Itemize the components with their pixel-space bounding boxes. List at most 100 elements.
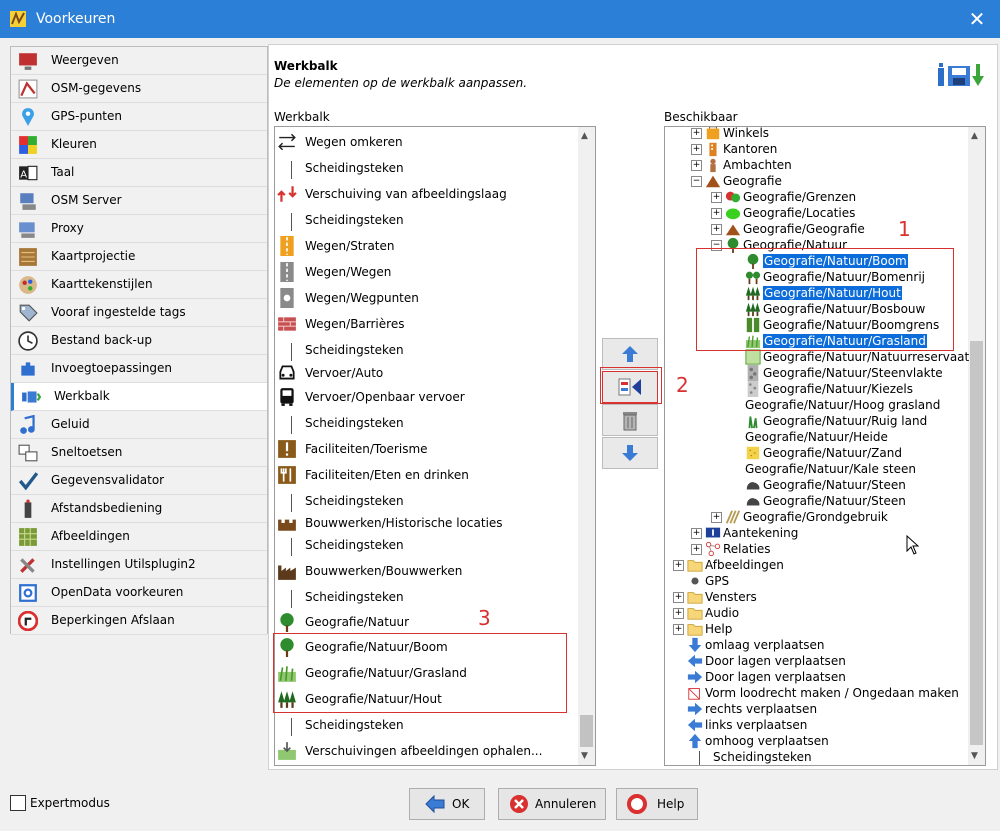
expand-icon[interactable]: + — [691, 128, 702, 139]
toolbar-list-item[interactable]: Scheidingsteken — [275, 713, 575, 737]
sidebar-item[interactable]: GPS-punten — [11, 103, 267, 131]
tree-node[interactable]: links verplaatsen — [665, 717, 965, 733]
sidebar-item[interactable]: Sneltoetsen — [11, 439, 267, 467]
scroll-down-arrow-icon[interactable]: ▼ — [581, 751, 588, 761]
toolbar-settings-icon[interactable] — [936, 60, 988, 90]
tree-scroll-down-icon[interactable]: ▼ — [971, 751, 978, 761]
toolbar-list-item[interactable]: Wegen/Barrières — [275, 312, 575, 336]
sidebar-item[interactable]: Weergeven — [11, 47, 267, 75]
tree-node[interactable]: Vorm loodrecht maken / Ongedaan maken — [665, 685, 965, 701]
sidebar-item[interactable]: Proxy — [11, 215, 267, 243]
tree-node[interactable]: + Geografie/Grenzen — [665, 189, 965, 205]
tree-node[interactable]: + Relaties — [665, 541, 965, 557]
sidebar-item[interactable]: Bestand back-up — [11, 327, 267, 355]
sidebar-item[interactable]: Beperkingen Afslaan — [11, 607, 267, 635]
tree-node[interactable]: Geografie/Natuur/Steenvlakte — [665, 365, 965, 381]
tree-node[interactable]: Geografie/Natuur/Steen — [665, 493, 965, 509]
tree-node[interactable]: + Ambachten — [665, 157, 965, 173]
tree-node[interactable]: Geografie/Natuur/Zand — [665, 445, 965, 461]
tree-node[interactable]: omlaag verplaatsen — [665, 637, 965, 653]
tree-node[interactable]: Scheidingsteken — [665, 749, 965, 765]
sidebar-item[interactable]: OSM-gegevens — [11, 75, 267, 103]
sidebar-item[interactable]: Afbeeldingen — [11, 523, 267, 551]
ok-button[interactable]: OK — [409, 788, 485, 820]
tree-node[interactable]: + Geografie/Locaties — [665, 205, 965, 221]
tree-node[interactable]: rechts verplaatsen — [665, 701, 965, 717]
sidebar-item[interactable]: Afstandsbediening — [11, 495, 267, 523]
expand-icon[interactable]: + — [691, 544, 702, 555]
toolbar-list-item[interactable]: Geografie/Natuur — [275, 610, 575, 634]
toolbar-list-item[interactable]: Scheidingsteken — [275, 411, 575, 435]
tree-node[interactable]: Geografie/Natuur/Heide — [665, 429, 965, 445]
tree-node[interactable]: Door lagen verplaatsen — [665, 669, 965, 685]
toolbar-list-item[interactable]: Scheidingsteken — [275, 585, 575, 609]
expand-icon[interactable]: + — [711, 224, 722, 235]
tree-node[interactable]: GPS — [665, 573, 965, 589]
toolbar-list-item[interactable]: Scheidingsteken — [275, 489, 575, 513]
scroll-up-arrow-icon[interactable]: ▲ — [581, 131, 588, 141]
tree-node[interactable]: Geografie/Natuur/Kiezels — [665, 381, 965, 397]
tree-node[interactable]: Geografie/Natuur/Hoog grasland — [665, 397, 965, 413]
toolbar-list-item[interactable]: Faciliteiten/Eten en drinken — [275, 463, 575, 487]
tree-node[interactable]: − Geografie — [665, 173, 965, 189]
toolbar-list-item[interactable]: Wegen/Wegpunten — [275, 286, 575, 310]
sidebar-item[interactable]: Werkbalk — [11, 383, 267, 411]
expert-mode-checkbox[interactable] — [10, 795, 26, 811]
sidebar-item[interactable]: Geluid — [11, 411, 267, 439]
toolbar-list-scrollbar[interactable]: ▲ ▼ — [578, 127, 595, 765]
tree-scroll-up-icon[interactable]: ▲ — [971, 131, 978, 141]
expand-icon[interactable]: + — [673, 608, 684, 619]
tree-node[interactable]: + Geografie/Grondgebruik — [665, 509, 965, 525]
toolbar-list-item[interactable]: Faciliteiten/Toerisme — [275, 437, 575, 461]
sidebar-item[interactable]: OpenData voorkeuren — [11, 579, 267, 607]
expand-icon[interactable]: + — [673, 592, 684, 603]
sidebar-item[interactable]: OSM Server — [11, 187, 267, 215]
expand-icon[interactable]: + — [691, 144, 702, 155]
toolbar-list-item[interactable]: Wegen/Wegen — [275, 260, 575, 284]
toolbar-list-item[interactable]: Scheidingsteken — [275, 338, 575, 362]
sidebar-item[interactable]: Instellingen Utilsplugin2 — [11, 551, 267, 579]
tree-node[interactable]: + Kantoren — [665, 141, 965, 157]
expand-icon[interactable]: + — [711, 512, 722, 523]
tree-node[interactable]: + Vensters — [665, 589, 965, 605]
toolbar-list-item[interactable]: Scheidingsteken — [275, 533, 575, 557]
expand-icon[interactable]: + — [673, 624, 684, 635]
toolbar-list-item[interactable]: Wegen/Straten — [275, 234, 575, 258]
available-tree[interactable]: ▲ ▼ + Winkels + Kantoren + Ambachten − Geografi… — [664, 126, 986, 766]
tree-node[interactable]: Geografie/Natuur/Kale steen — [665, 461, 965, 477]
close-button[interactable]: ✕ — [954, 0, 1000, 38]
sidebar-item[interactable]: Vooraf ingestelde tags — [11, 299, 267, 327]
toolbar-list-item[interactable]: Bouwwerken/Bouwwerken — [275, 559, 575, 583]
move-up-button[interactable] — [602, 338, 658, 370]
tree-node[interactable]: Door lagen verplaatsen — [665, 653, 965, 669]
remove-button[interactable] — [602, 404, 658, 436]
toolbar-list-item[interactable]: Verschuivingen afbeeldingen ophalen... — [275, 739, 575, 763]
help-button[interactable]: Help — [616, 788, 698, 820]
toolbar-list-scroll-thumb[interactable] — [580, 715, 593, 747]
cancel-button[interactable]: Annuleren — [498, 788, 606, 820]
tree-node[interactable]: + Winkels — [665, 127, 965, 141]
tree-node[interactable]: + Aantekening — [665, 525, 965, 541]
tree-node[interactable]: omhoog verplaatsen — [665, 733, 965, 749]
tree-node[interactable]: + Geografie/Geografie — [665, 221, 965, 237]
move-down-button[interactable] — [602, 437, 658, 469]
tree-node[interactable]: + Help — [665, 621, 965, 637]
tree-node[interactable]: + Afbeeldingen — [665, 557, 965, 573]
tree-node[interactable]: Geografie/Natuur/Ruig land — [665, 413, 965, 429]
tree-node[interactable]: + Audio — [665, 605, 965, 621]
tree-node[interactable]: Geografie/Natuur/Natuurreservaat — [665, 349, 969, 365]
expand-icon[interactable]: + — [711, 208, 722, 219]
tree-node[interactable]: Geografie/Natuur/Steen — [665, 477, 965, 493]
sidebar-item[interactable]: Kleuren — [11, 131, 267, 159]
sidebar-item[interactable]: Kaartprojectie — [11, 243, 267, 271]
expand-icon[interactable]: + — [691, 160, 702, 171]
sidebar-item[interactable]: Gegevensvalidator — [11, 467, 267, 495]
collapse-icon[interactable]: − — [691, 176, 702, 187]
sidebar-item[interactable]: A Taal — [11, 159, 267, 187]
toolbar-list-item[interactable]: Vervoer/Openbaar vervoer — [275, 385, 575, 409]
expand-icon[interactable]: + — [711, 192, 722, 203]
expand-icon[interactable]: + — [673, 560, 684, 571]
toolbar-list-item[interactable]: Scheidingsteken — [275, 156, 575, 180]
available-tree-scroll-thumb[interactable] — [970, 341, 983, 745]
sidebar-item[interactable]: Kaarttekenstijlen — [11, 271, 267, 299]
